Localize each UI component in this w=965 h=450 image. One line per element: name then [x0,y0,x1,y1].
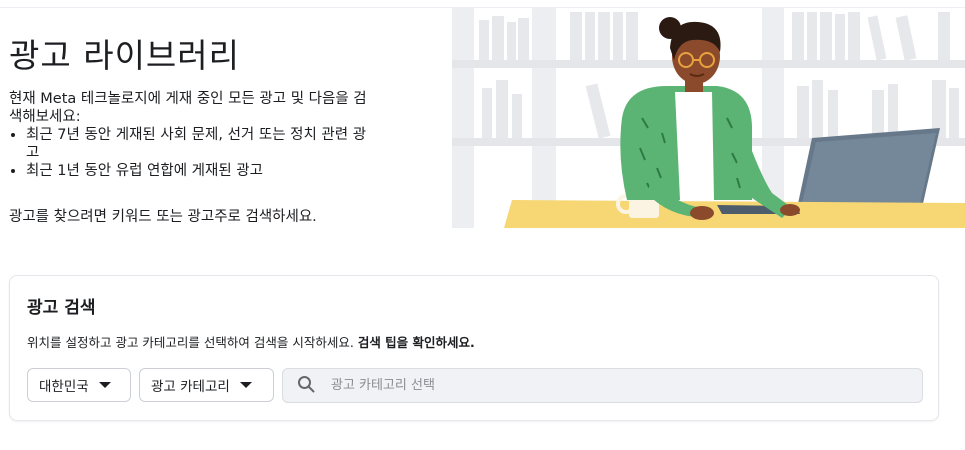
intro-bullet-list: 최근 7년 동안 게재된 사회 문제, 선거 또는 정치 관련 광고 최근 1년… [9,126,379,180]
country-dropdown[interactable]: 대한민국 [27,368,131,402]
ad-search-box[interactable] [282,368,923,403]
intro-bullet: 최근 1년 동안 유럽 연합에 게재된 광고 [26,162,379,180]
ad-search-card: 광고 검색 위치를 설정하고 광고 카테고리를 선택하여 검색을 시작하세요. … [9,275,939,421]
ad-category-dropdown-label: 광고 카테고리 [151,379,230,395]
ad-category-dropdown[interactable]: 광고 카테고리 [139,368,274,402]
page-title: 광고 라이브러리 [9,36,241,75]
caret-down-icon [98,382,111,388]
search-hint: 광고를 찾으려면 키워드 또는 광고주로 검색하세요. [9,209,317,225]
search-icon [297,375,315,397]
hero-illustration [452,8,965,228]
country-dropdown-label: 대한민국 [39,379,89,395]
search-tips-link[interactable]: 검색 팁을 확인하세요. [358,335,475,350]
intro-bullet: 최근 7년 동안 게재된 사회 문제, 선거 또는 정치 관련 광고 [26,126,379,162]
ad-search-input[interactable] [329,377,893,394]
caret-down-icon [239,382,252,388]
ad-search-description-text: 위치를 설정하고 광고 카테고리를 선택하여 검색을 시작하세요. [27,335,354,350]
intro-text: 현재 Meta 테크놀로지에 게재 중인 모든 광고 및 다음을 검색해보세요:… [9,90,379,180]
intro-paragraph: 현재 Meta 테크놀로지에 게재 중인 모든 광고 및 다음을 검색해보세요: [9,91,367,125]
ad-search-description: 위치를 설정하고 광고 카테고리를 선택하여 검색을 시작하세요. 검색 팁을 … [27,332,475,351]
ad-search-title: 광고 검색 [27,298,96,318]
